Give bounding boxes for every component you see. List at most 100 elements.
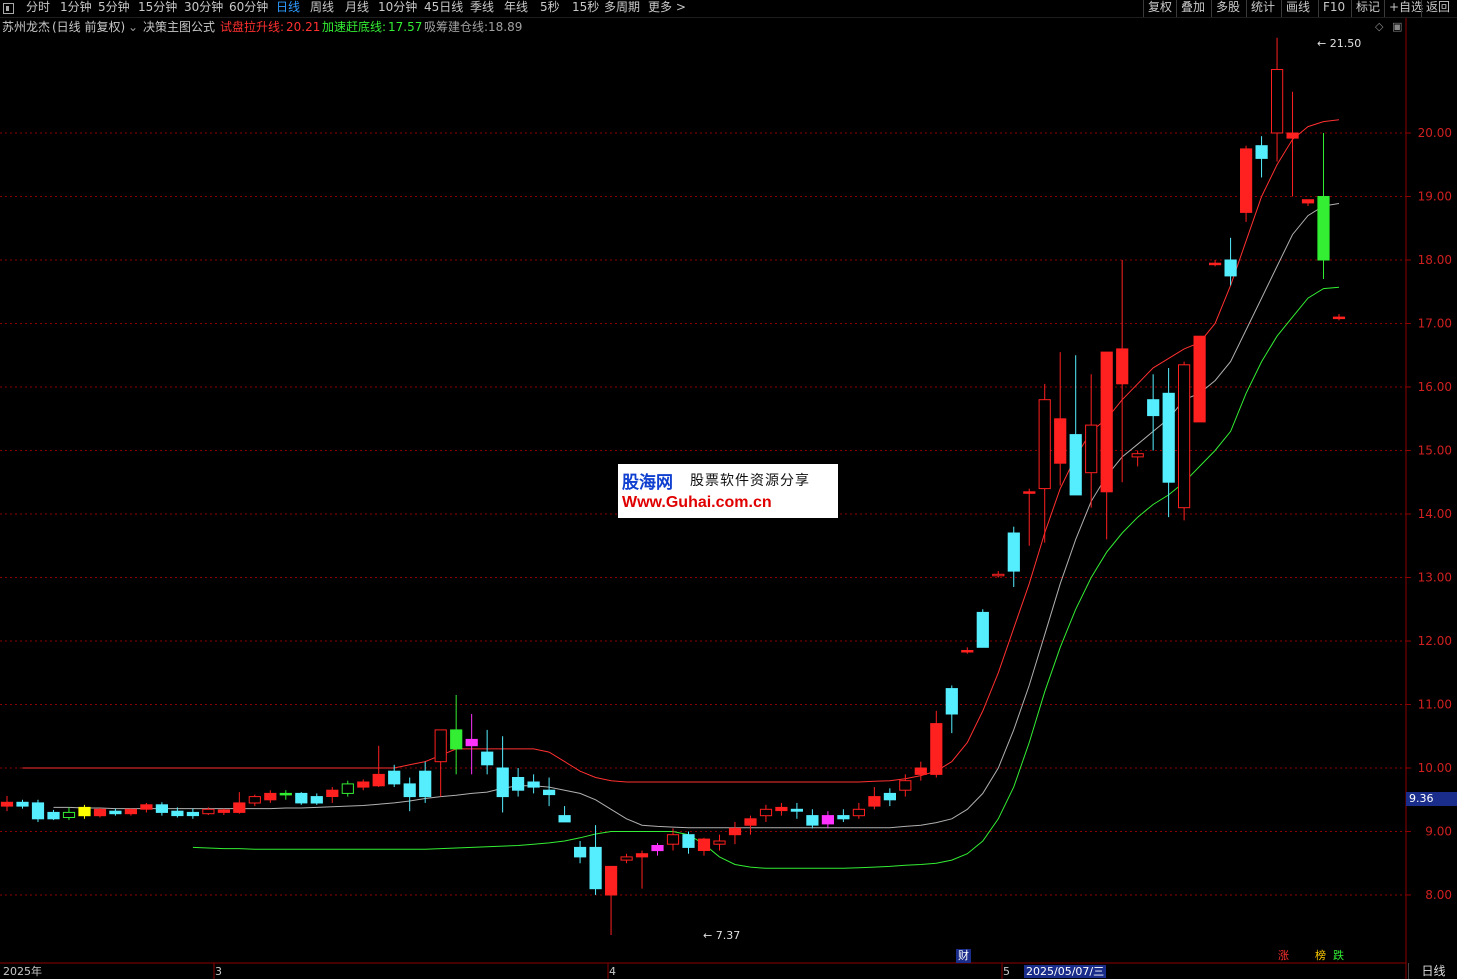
period-tab-2[interactable]: 5分钟 <box>98 0 130 17</box>
fall-marker[interactable]: 跌 <box>1331 949 1346 963</box>
period-tab-11[interactable]: 季线 <box>470 0 494 17</box>
candle-body-35 <box>543 789 556 796</box>
toolbar-button-3[interactable]: 统计 <box>1246 0 1279 17</box>
candle-body-46 <box>713 840 726 845</box>
toolbar-button-6[interactable]: 标记 <box>1351 0 1384 17</box>
candle-body-56 <box>868 796 881 807</box>
cursor-date: 2025/05/07/三 <box>1024 965 1107 978</box>
period-tab-13[interactable]: 5秒 <box>540 0 560 17</box>
toolbar-button-8[interactable]: 返回 <box>1421 0 1454 17</box>
candle-body-44 <box>682 834 695 848</box>
price-tick-7: 13.00 <box>1418 571 1452 585</box>
period-tab-4[interactable]: 30分钟 <box>184 0 223 17</box>
toolbar-button-4[interactable]: 画线 <box>1281 0 1314 17</box>
lower-line-label: 加速赶底线: <box>322 20 387 34</box>
date-label-year: 2025年 <box>3 965 42 978</box>
candle-body-12 <box>186 811 200 817</box>
watermark-logo: 股海网 <box>622 473 673 493</box>
candle-body-68 <box>1054 418 1067 464</box>
candle-body-31 <box>481 751 494 766</box>
watermark: 股海网 股票软件资源分享 Www.Guhai.com.cn <box>618 464 838 518</box>
candle-body-76 <box>1178 364 1191 509</box>
candle-body-32 <box>496 767 509 798</box>
candle-body-9 <box>140 804 153 810</box>
panel-toggle-icon[interactable]: ▣ <box>1392 20 1402 33</box>
candle-body-17 <box>264 792 277 801</box>
period-tab-5[interactable]: 60分钟 <box>229 0 268 17</box>
ranking-marker[interactable]: 榜 <box>1313 949 1328 963</box>
candle-body-14 <box>217 809 231 813</box>
candle-body-55 <box>852 808 865 817</box>
candle-body-20 <box>310 796 323 804</box>
candle-body-40 <box>620 856 633 861</box>
window-menu-icon[interactable] <box>3 3 14 14</box>
price-tick-0: 20.00 <box>1418 126 1452 140</box>
candle-body-2 <box>31 802 45 820</box>
candle-body-65 <box>1007 532 1020 572</box>
candle-body-82 <box>1271 69 1284 134</box>
candle-body-36 <box>558 815 571 823</box>
candle-body-63 <box>976 611 989 648</box>
period-tab-0[interactable]: 分时 <box>26 0 50 17</box>
period-tab-8[interactable]: 月线 <box>345 0 369 17</box>
candle-body-28 <box>434 729 447 763</box>
period-indicator[interactable]: 日线 <box>1408 963 1457 979</box>
middle-line-label: 吸筹建仓线: <box>424 20 489 34</box>
candle-body-25 <box>388 770 401 785</box>
candle-body-22 <box>341 783 354 794</box>
candle-body-43 <box>666 834 680 845</box>
candle-body-8 <box>124 808 138 815</box>
candle-body-71 <box>1100 351 1113 493</box>
period-tab-10[interactable]: 45日线 <box>424 0 463 17</box>
period-tab-7[interactable]: 周线 <box>310 0 334 17</box>
toolbar-button-0[interactable]: 复权 <box>1143 0 1176 17</box>
period-tab-6[interactable]: 日线 <box>276 0 300 17</box>
candle-body-34 <box>527 781 540 788</box>
candle-body-6 <box>93 808 107 817</box>
candle-body-79 <box>1224 259 1237 277</box>
price-tick-3: 17.00 <box>1418 317 1452 331</box>
watermark-url: Www.Guhai.com.cn <box>622 494 772 511</box>
candle-body-27 <box>419 770 432 798</box>
period-tab-16[interactable]: 更多 > <box>648 0 686 17</box>
toolbar-button-1[interactable]: 叠加 <box>1176 0 1209 17</box>
rise-marker[interactable]: 涨 <box>1276 949 1291 963</box>
candle-body-3 <box>47 811 60 820</box>
candle-body-73 <box>1131 453 1144 458</box>
toolbar-button-2[interactable]: 多股 <box>1211 0 1244 17</box>
lower-line-value: 17.57 <box>388 20 423 34</box>
diamond-icon[interactable]: ◇ <box>1375 20 1383 33</box>
candle-body-30 <box>465 738 478 747</box>
candle-body-80 <box>1240 148 1253 213</box>
candle-body-41 <box>635 853 649 858</box>
period-tab-15[interactable]: 多周期 <box>604 0 640 17</box>
period-tab-12[interactable]: 年线 <box>504 0 528 17</box>
candle-body-48 <box>744 818 757 826</box>
period-tab-9[interactable]: 10分钟 <box>378 0 417 17</box>
candle-body-1 <box>16 801 29 807</box>
period-tab-3[interactable]: 15分钟 <box>138 0 177 17</box>
candle-body-53 <box>821 815 834 825</box>
candle-body-10 <box>155 804 169 813</box>
chart-mode: (日线 前复权) <box>52 20 126 34</box>
candle-body-47 <box>728 827 742 836</box>
candle-body-54 <box>837 815 850 820</box>
formula-name[interactable]: 决策主图公式 <box>143 18 215 36</box>
candle-body-51 <box>790 808 803 812</box>
formula-dropdown-icon[interactable]: ⌄ <box>128 18 138 36</box>
toolbar-button-5[interactable]: F10 <box>1318 0 1349 17</box>
candle-body-15 <box>233 802 246 813</box>
finance-marker[interactable]: 财 <box>956 949 971 963</box>
period-tab-14[interactable]: 15秒 <box>572 0 599 17</box>
candle-body-26 <box>403 783 416 798</box>
candle-body-69 <box>1069 434 1082 496</box>
candle-body-7 <box>109 810 122 815</box>
price-tick-4: 16.00 <box>1418 380 1452 394</box>
candle-body-5 <box>78 806 91 817</box>
period-tab-1[interactable]: 1分钟 <box>60 0 92 17</box>
candle-body-81 <box>1255 145 1268 159</box>
candle-body-83 <box>1286 132 1299 139</box>
candle-body-70 <box>1085 424 1098 474</box>
price-tick-11: 9.00 <box>1425 825 1452 839</box>
upper-line-label: 试盘拉升线: <box>220 20 285 34</box>
